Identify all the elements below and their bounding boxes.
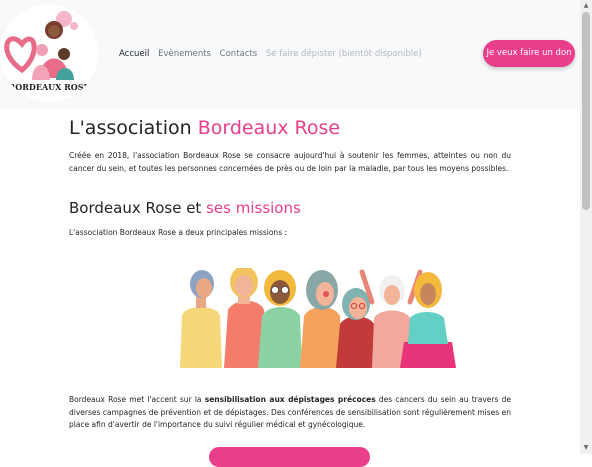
scrollbar[interactable]: ▲ ▼ [580, 0, 592, 454]
nav-item-depister: Se faire dépister (bientôt disponible) [265, 49, 422, 59]
nav-item-contacts[interactable]: Contacts [220, 49, 258, 59]
logo[interactable]: BORDEAUX ROSE [0, 4, 98, 102]
missions-title-text: Bordeaux Rose et [69, 199, 207, 217]
main-nav: Accueil Evènements Contacts Se faire dép… [119, 49, 428, 59]
logo-text: BORDEAUX ROSE [8, 82, 90, 92]
scrollbar-thumb[interactable] [582, 12, 590, 210]
page-title-highlight: Bordeaux Rose [197, 117, 341, 139]
nav-item-accueil[interactable]: Accueil [119, 49, 149, 59]
cta-button[interactable] [209, 447, 370, 467]
scroll-down-arrow-icon[interactable]: ▼ [580, 444, 592, 451]
mission-1-text: Bordeaux Rose met l'accent sur la [69, 395, 205, 404]
page-title: L'association Bordeaux Rose [69, 117, 340, 139]
mission-1-emphasis: sensibilisation aux dépistages précoces [204, 395, 376, 404]
nav-item-evenements[interactable]: Evènements [158, 49, 211, 59]
women-group-illustration-icon [180, 268, 456, 368]
missions-title: Bordeaux Rose et ses missions [69, 199, 301, 217]
site-header: BORDEAUX ROSE Accueil Evènements Contact… [0, 0, 580, 109]
missions-title-highlight: ses missions [206, 199, 301, 217]
missions-intro: L'association Bordeaux Rose a deux princ… [69, 228, 288, 237]
mission-1-paragraph: Bordeaux Rose met l'accent sur la sensib… [69, 394, 511, 432]
page-title-text: L'association [69, 117, 198, 139]
donate-button[interactable]: Je veux faire un don [483, 40, 575, 67]
scroll-up-arrow-icon[interactable]: ▲ [580, 2, 592, 9]
intro-paragraph: Créée en 2018, l'association Bordeaux Ro… [69, 151, 511, 173]
